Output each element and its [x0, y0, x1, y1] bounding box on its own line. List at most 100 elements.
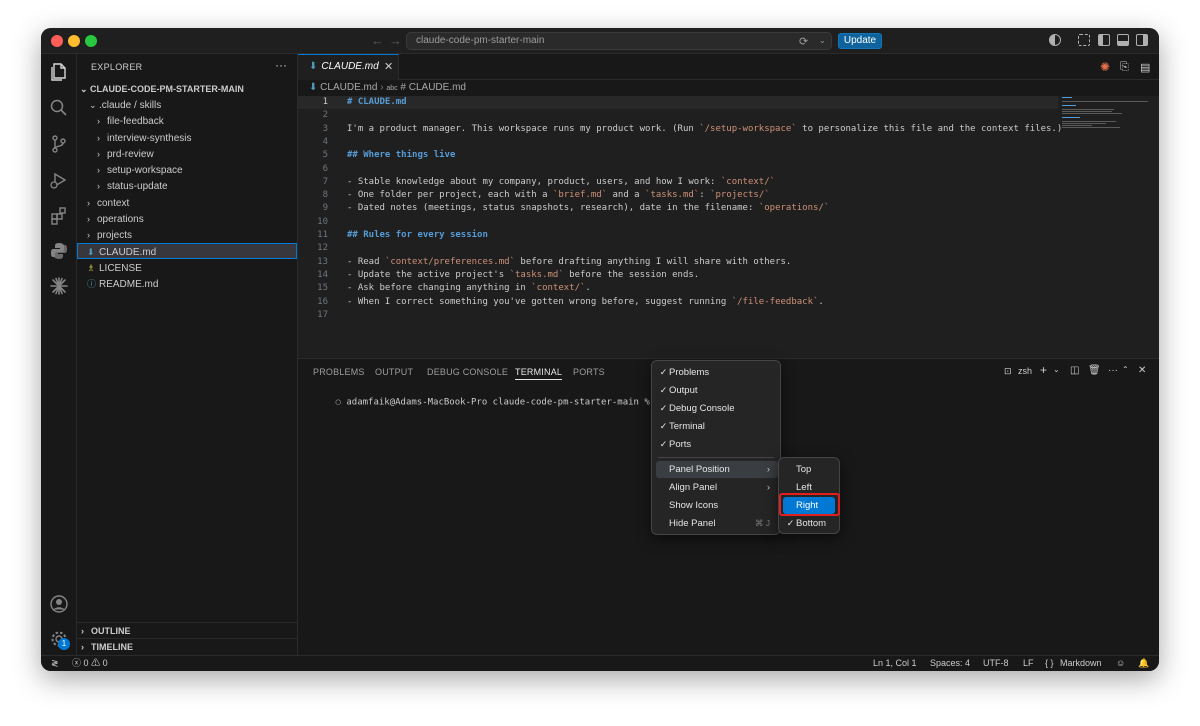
open-changes-icon[interactable]: ⎘: [1120, 61, 1129, 74]
command-center[interactable]: claude-code-pm-starter-main ⟳ ⌄: [406, 32, 832, 50]
customize-layout-icon[interactable]: [1078, 34, 1090, 46]
source-control-icon[interactable]: [49, 134, 69, 154]
tab-terminal[interactable]: TERMINAL: [515, 367, 563, 380]
run-debug-icon[interactable]: [49, 170, 69, 190]
tree-item-projects[interactable]: › projects: [77, 227, 297, 243]
cursor-position[interactable]: Ln 1, Col 1: [873, 656, 917, 671]
timeline-section[interactable]: › TIMELINE: [77, 638, 298, 654]
breadcrumb-symbol[interactable]: # CLAUDE.md: [400, 82, 466, 93]
tree-item-license[interactable]: ♗ LICENSE: [77, 260, 297, 276]
menu-item-panel-position[interactable]: Panel Position ›: [656, 461, 778, 478]
tab-claude-md[interactable]: ⬇ CLAUDE.md ✕: [298, 54, 399, 80]
tree-item-label: interview-synthesis: [107, 133, 192, 144]
tree-item-label: context: [97, 198, 130, 209]
submenu-item-label: Left: [796, 482, 812, 493]
workspace-root[interactable]: ⌄ CLAUDE-CODE-PM-STARTER-MAIN: [77, 81, 297, 97]
menu-item-terminal[interactable]: ✓ Terminal: [656, 418, 776, 435]
menu-item-output[interactable]: ✓ Output: [656, 382, 776, 399]
line-number: 13: [317, 256, 328, 267]
shell-label[interactable]: zsh: [1018, 366, 1032, 376]
breadcrumb-file[interactable]: CLAUDE.md: [320, 82, 377, 93]
menu-item-hide-panel[interactable]: Hide Panel ⌘ J: [656, 515, 778, 532]
account-icon[interactable]: [49, 594, 69, 614]
info-file-icon: ⓘ: [87, 279, 97, 289]
terminal-icon: ⊡: [1004, 366, 1012, 376]
minimap-line: [1062, 101, 1148, 102]
python-icon[interactable]: [49, 241, 69, 261]
menu-item-ports[interactable]: ✓ Ports: [656, 436, 776, 453]
annotation-highlight-box: [779, 493, 840, 516]
menu-item-problems[interactable]: ✓ Problems: [656, 364, 776, 381]
copilot-icon[interactable]: ⟳: [799, 35, 808, 48]
toggle-primary-sidebar-icon[interactable]: [1098, 34, 1110, 46]
line-number: 6: [322, 163, 328, 174]
remote-icon[interactable]: ≷: [51, 656, 59, 671]
close-window-button[interactable]: [51, 35, 63, 47]
tab-ports[interactable]: PORTS: [573, 367, 605, 377]
close-panel-icon[interactable]: ✕: [1138, 365, 1146, 376]
extensions-icon[interactable]: [49, 206, 69, 226]
zoom-window-button[interactable]: [85, 35, 97, 47]
tab-problems[interactable]: PROBLEMS: [313, 367, 365, 377]
accounts-toggle-icon[interactable]: [1049, 34, 1061, 46]
copilot-status-icon[interactable]: ☺: [1116, 656, 1125, 671]
claude-code-icon[interactable]: ✺: [1100, 60, 1110, 74]
tree-item-interview-synthesis[interactable]: › interview-synthesis: [77, 130, 297, 146]
tree-item-context[interactable]: › context: [77, 195, 297, 211]
notifications-bell-icon[interactable]: 🔔: [1138, 656, 1149, 671]
outline-section[interactable]: › OUTLINE: [77, 622, 298, 638]
panel-context-menu: ✓ Problems ✓ Output ✓ Debug Console ✓ Termin…: [651, 360, 781, 535]
tree-item-setup-workspace[interactable]: › setup-workspace: [77, 162, 297, 178]
indentation[interactable]: Spaces: 4: [930, 656, 970, 671]
minimap-line: [1062, 127, 1120, 128]
tree-item-operations[interactable]: › operations: [77, 211, 297, 227]
tree-item-claude-md[interactable]: ⬇ CLAUDE.md: [77, 243, 297, 259]
chevron-down-icon[interactable]: ⌄: [1053, 365, 1060, 374]
files-icon[interactable]: [49, 62, 69, 82]
toggle-panel-icon[interactable]: [1117, 34, 1129, 46]
tree-item-status-update[interactable]: › status-update: [77, 178, 297, 194]
chevron-up-icon[interactable]: ⌃: [1122, 365, 1129, 374]
tree-item-readme[interactable]: ⓘ README.md: [77, 276, 297, 292]
more-actions-icon[interactable]: ···: [1108, 365, 1118, 376]
code-editor[interactable]: 1 # CLAUDE.md 2 3 I'm a product manager. T…: [298, 96, 1159, 358]
menu-item-show-icons[interactable]: Show Icons: [656, 497, 778, 514]
minimize-window-button[interactable]: [68, 35, 80, 47]
chevron-right-icon: ›: [380, 82, 384, 93]
forward-arrow-icon[interactable]: →: [389, 33, 402, 48]
new-terminal-icon[interactable]: +: [1040, 363, 1047, 377]
trash-icon[interactable]: 🗑: [1088, 365, 1101, 376]
tab-output[interactable]: OUTPUT: [375, 367, 413, 377]
split-terminal-icon[interactable]: ◫: [1070, 365, 1079, 376]
menu-item-debug-console[interactable]: ✓ Debug Console: [656, 400, 776, 417]
close-icon[interactable]: ✕: [384, 55, 393, 79]
prompt-dot-icon: ○: [335, 397, 341, 408]
back-arrow-icon[interactable]: ←: [371, 33, 384, 48]
update-button[interactable]: Update: [838, 33, 882, 49]
minimap[interactable]: [1060, 96, 1150, 136]
tree-item-file-feedback[interactable]: › file-feedback: [77, 113, 297, 129]
chevron-down-icon[interactable]: ⌄: [819, 36, 826, 45]
check-icon: ✓: [659, 403, 668, 413]
language-mode[interactable]: Markdown: [1060, 656, 1102, 671]
terminal-output[interactable]: ○ adamfaik@Adams-MacBook-Pro claude-code…: [303, 387, 662, 418]
tab-debug-console[interactable]: DEBUG CONSOLE: [427, 367, 508, 377]
more-actions-icon[interactable]: ···: [275, 58, 287, 72]
submenu-item-top[interactable]: Top: [783, 461, 835, 478]
claude-icon[interactable]: [49, 276, 69, 296]
problems-status[interactable]: ⓧ 0 ⚠ 0: [72, 656, 108, 671]
end-of-line[interactable]: LF: [1023, 656, 1034, 671]
menu-item-label: Align Panel: [669, 482, 718, 493]
tree-item-claude-skills[interactable]: ⌄ .claude / skills: [77, 97, 297, 113]
tree-item-prd-review[interactable]: › prd-review: [77, 146, 297, 162]
minimap-line: [1062, 123, 1106, 124]
submenu-item-bottom[interactable]: ✓ Bottom: [783, 515, 835, 532]
minimap-line: [1062, 109, 1114, 110]
toggle-secondary-sidebar-icon[interactable]: [1136, 34, 1148, 46]
preview-icon[interactable]: ▤: [1140, 61, 1150, 74]
menu-item-align-panel[interactable]: Align Panel ›: [656, 479, 778, 496]
menu-item-label: Problems: [669, 367, 710, 378]
minimap-line: [1062, 113, 1122, 114]
encoding[interactable]: UTF-8: [983, 656, 1009, 671]
search-icon[interactable]: [49, 98, 69, 118]
